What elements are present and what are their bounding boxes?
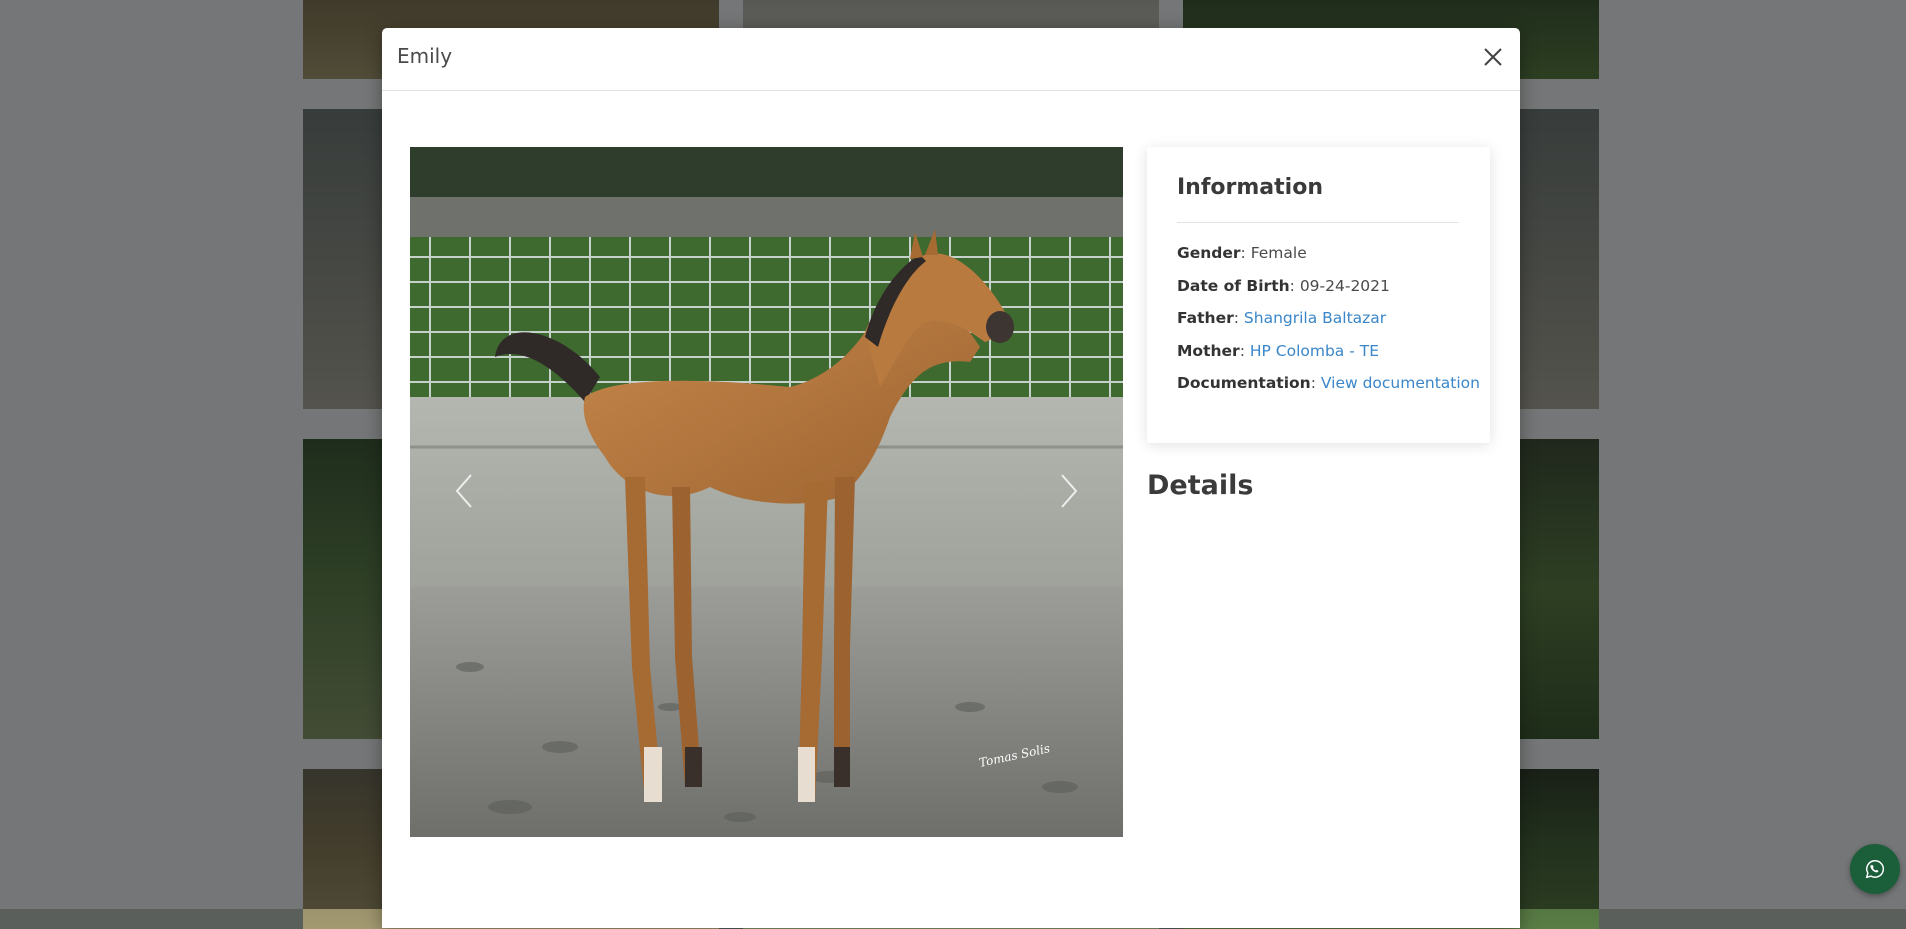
carousel-next-button[interactable] — [1038, 447, 1098, 537]
info-row-date-of-birth: Date of Birth: 09-24-2021 — [1177, 277, 1390, 295]
photo-carousel[interactable]: Tomas Solis — [410, 147, 1123, 837]
information-title: Information — [1177, 175, 1323, 200]
carousel-prev-button[interactable] — [435, 447, 495, 537]
close-icon — [1484, 48, 1502, 66]
father-link[interactable]: Shangrila Baltazar — [1244, 309, 1386, 327]
info-row-father: Father: Shangrila Baltazar — [1177, 309, 1387, 327]
info-label: Date of Birth — [1177, 277, 1290, 295]
chevron-right-icon — [1061, 473, 1078, 508]
modal-title: Emily — [397, 44, 453, 68]
close-button[interactable] — [1478, 42, 1508, 72]
info-label: Father — [1177, 309, 1234, 327]
horse-photo: Tomas Solis — [410, 147, 1123, 837]
whatsapp-button[interactable] — [1850, 844, 1900, 894]
info-row-documentation: Documentation: View documentation — [1177, 374, 1480, 392]
horse-detail-modal: Emily Tomas Solis Information Gender: Fe… — [382, 28, 1520, 928]
info-label: Gender — [1177, 244, 1241, 262]
info-label: Documentation — [1177, 374, 1311, 392]
mother-link[interactable]: HP Colomba - TE — [1250, 342, 1379, 360]
details-heading: Details — [1147, 470, 1254, 501]
info-value: 09-24-2021 — [1299, 277, 1390, 295]
info-value: Female — [1250, 244, 1307, 262]
chevron-left-icon — [455, 473, 472, 508]
info-row-gender: Gender: Female — [1177, 244, 1307, 262]
whatsapp-icon — [1865, 860, 1885, 879]
info-label: Mother — [1177, 342, 1240, 360]
divider — [1177, 222, 1459, 223]
information-card: Information Gender: Female Date of Birth… — [1147, 147, 1490, 443]
modal-header: Emily — [382, 28, 1520, 91]
info-row-mother: Mother: HP Colomba - TE — [1177, 342, 1380, 360]
view-documentation-link[interactable]: View documentation — [1321, 374, 1480, 392]
